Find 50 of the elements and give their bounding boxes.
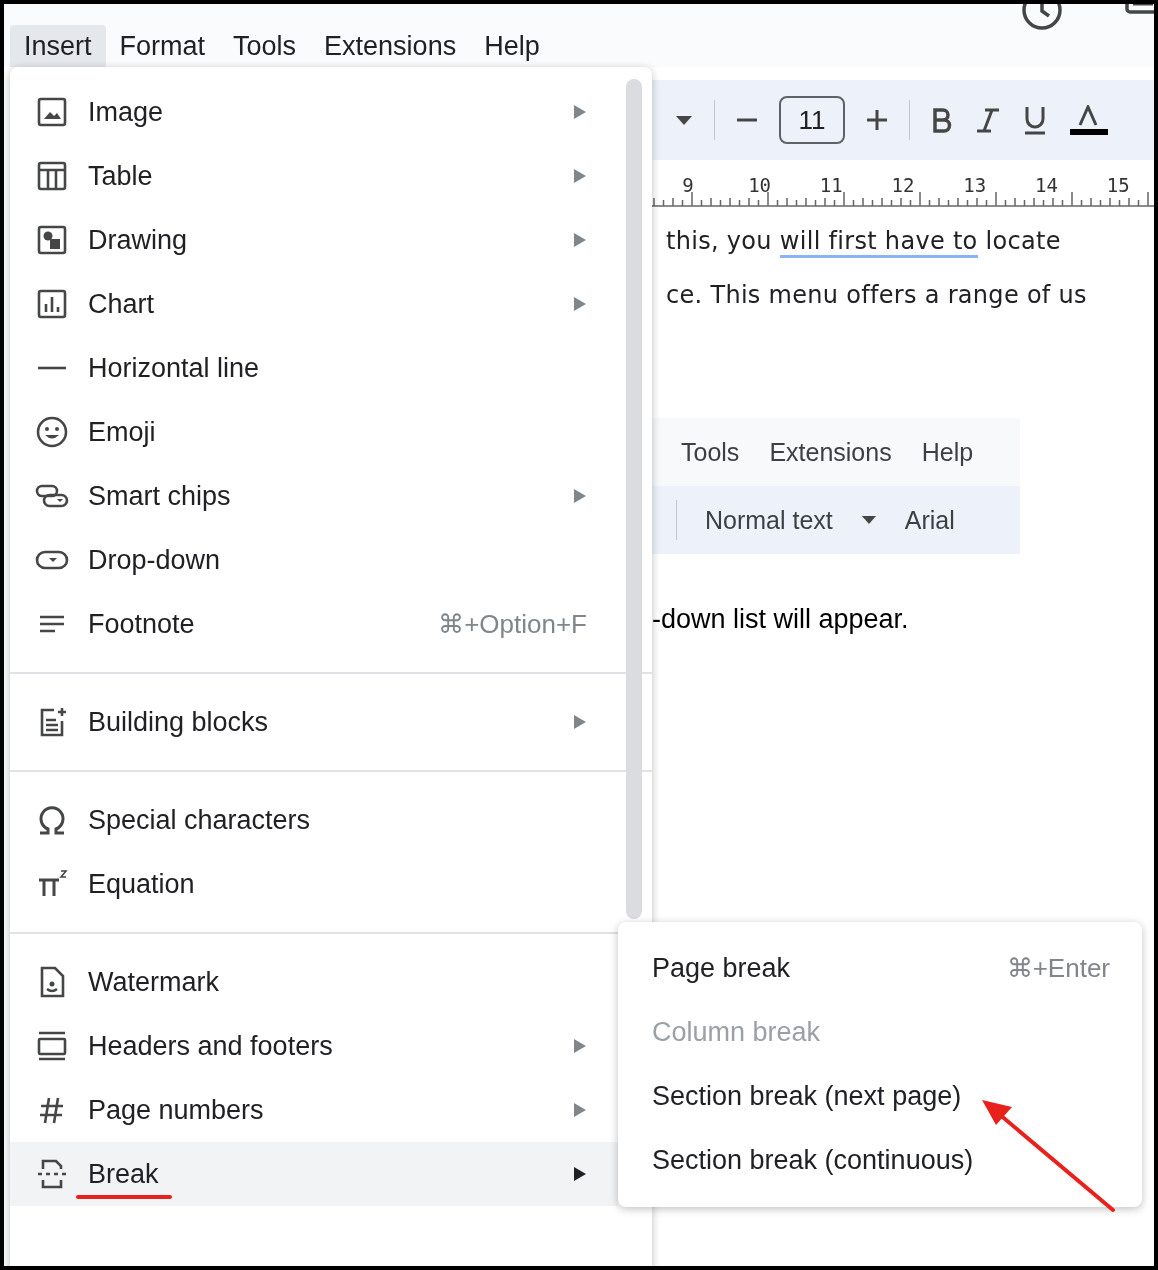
menu-item[interactable]: Emoji xyxy=(10,400,618,464)
smiley-icon xyxy=(34,414,70,450)
font-size-field[interactable]: 11 xyxy=(779,96,845,144)
menu-item[interactable]: Page break ⌘+Enter xyxy=(618,936,1142,1000)
menu-tab[interactable]: Insert xyxy=(10,25,106,67)
horizontal-line-icon xyxy=(38,366,66,370)
underline-icon[interactable] xyxy=(1022,105,1048,135)
menu-item[interactable]: Footnote ⌘+Option+F xyxy=(10,592,618,656)
ruler-number: 12 xyxy=(890,174,916,196)
menu-tab[interactable]: Format xyxy=(105,25,220,67)
document-text: -down list will appear. xyxy=(652,604,910,635)
menu-item[interactable]: Image xyxy=(10,80,618,144)
ruler-number: 13 xyxy=(962,174,988,196)
menu-item[interactable]: Drawing xyxy=(10,208,618,272)
style-label: Normal text xyxy=(705,505,833,535)
menu-item[interactable]: Watermark xyxy=(10,950,618,1014)
menu-tab[interactable]: Extensions xyxy=(310,25,471,67)
menu-tab[interactable]: Help xyxy=(470,25,554,67)
menu-item[interactable]: Break xyxy=(10,1142,618,1206)
text-color-icon[interactable] xyxy=(1068,105,1108,135)
scrollbar-thumb[interactable] xyxy=(626,79,642,919)
document-text: this, you will first have to locate xyxy=(666,214,1154,268)
menu-item[interactable]: Headers and footers xyxy=(10,1014,618,1078)
menu-item[interactable]: Smart chips xyxy=(10,464,618,528)
ruler-number: 11 xyxy=(818,174,844,196)
menu-item[interactable]: Special characters xyxy=(10,788,618,852)
menu-label: Tools xyxy=(681,437,740,467)
ruler-number: 14 xyxy=(1034,174,1059,196)
caret-icon[interactable] xyxy=(674,114,694,126)
menu-label: Help xyxy=(921,437,974,467)
ruler-number: 10 xyxy=(747,174,772,196)
bold-icon[interactable] xyxy=(930,107,954,133)
menu-item[interactable]: Chart xyxy=(10,272,618,336)
menu-item[interactable]: Page numbers xyxy=(10,1078,618,1142)
menu-item[interactable]: Drop-down xyxy=(10,528,618,592)
menu-item[interactable]: Table xyxy=(10,144,618,208)
document-text: ce. This menu offers a range of us xyxy=(666,280,1088,311)
menu-item[interactable]: Equation xyxy=(10,852,618,916)
ruler-number: 9 xyxy=(681,174,695,196)
italic-icon[interactable] xyxy=(974,107,1002,133)
ruler-number: 15 xyxy=(1105,174,1131,196)
menu-item[interactable]: Horizontal line xyxy=(10,336,618,400)
menu-item[interactable]: Section break (continuous) xyxy=(618,1128,1142,1192)
menu-label: Extensions xyxy=(769,437,892,467)
menu-item[interactable]: Section break (next page) xyxy=(618,1064,1142,1128)
caret-icon xyxy=(860,515,877,525)
menu-tab[interactable]: Tools xyxy=(219,25,311,67)
plus-icon[interactable] xyxy=(865,108,889,132)
font-label: Arial xyxy=(904,505,955,535)
menu-item[interactable]: Building blocks xyxy=(10,690,618,754)
